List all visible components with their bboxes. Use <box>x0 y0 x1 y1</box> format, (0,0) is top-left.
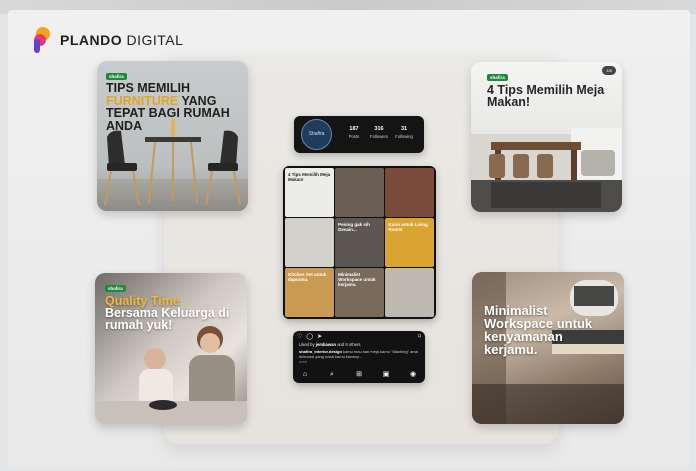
feed-grid: 4 Tips Memilih Meja Makan! Pening gak si… <box>283 166 436 319</box>
more-link[interactable]: more <box>299 360 307 364</box>
shop-icon[interactable]: ▣ <box>380 370 392 380</box>
liked-by-text: Liked by jembawan and 8 others <box>299 342 361 347</box>
post-quality-time[interactable]: shafira Quality Time Bersama Keluarga di… <box>95 273 247 424</box>
comment-icon[interactable]: ◯ <box>306 333 313 341</box>
post-title: Minimalist Workspace untuk kenyamanan ke… <box>484 303 593 357</box>
post-tips-furniture[interactable]: shafira TIPS MEMILIH FURNITURE YANG TEPA… <box>97 61 248 211</box>
profile-avatar[interactable]: Shafira <box>301 119 332 150</box>
post-actions: ♡ ◯ ➤ ⌑ <box>297 333 421 341</box>
brand-name: PLANDO DIGITAL <box>60 32 184 48</box>
grid-post[interactable] <box>385 268 434 317</box>
post-tag: shafira <box>106 73 127 80</box>
grid-post[interactable] <box>335 168 384 217</box>
heart-icon[interactable]: ♡ <box>297 333 302 341</box>
bookmark-icon[interactable]: ⌑ <box>418 333 421 341</box>
grid-post[interactable]: 4 Tips Memilih Meja Makan! <box>285 168 334 217</box>
caption-text: shafira_interior.design kamu mau kan mej… <box>299 349 418 359</box>
profile-header: Shafira 187 Posts 316 Followers 31 Follo… <box>294 116 424 153</box>
stat-posts[interactable]: 187 Posts <box>340 126 368 139</box>
stat-followers[interactable]: 316 Followers <box>365 126 393 139</box>
post-minimalist-workspace[interactable]: Minimalist Workspace untuk kenyamanan ke… <box>472 272 624 424</box>
share-icon[interactable]: ➤ <box>317 333 322 341</box>
search-icon[interactable]: ⌕ <box>326 370 338 380</box>
post-tips-meja-makan[interactable]: 1/8 shafira 4 Tips Memilih Meja Makan! <box>471 62 622 212</box>
grid-post[interactable]: Kitchen Set untuk dapurmu. <box>285 268 334 317</box>
post-title: Quality Time Bersama Keluarga di rumah y… <box>105 294 230 332</box>
stat-following[interactable]: 31 Following <box>390 126 418 139</box>
bottom-nav: ⌂ ⌕ ⊞ ▣ ◉ <box>299 370 419 380</box>
grid-post[interactable] <box>285 218 334 267</box>
grid-post[interactable]: Kursi untuk Living Room! <box>385 218 434 267</box>
post-page-badge: 1/8 <box>602 66 616 75</box>
post-caption-panel: ♡ ◯ ➤ ⌑ Liked by jembawan and 8 others s… <box>293 331 425 383</box>
profile-icon[interactable]: ◉ <box>407 370 419 380</box>
post-tag: shafira <box>487 74 508 81</box>
add-icon[interactable]: ⊞ <box>353 370 365 380</box>
post-title: TIPS MEMILIH FURNITURE YANG TEPAT BAGI R… <box>106 81 230 133</box>
grid-post[interactable] <box>385 168 434 217</box>
post-title: 4 Tips Memilih Meja Makan! <box>487 83 605 109</box>
home-icon[interactable]: ⌂ <box>299 370 311 380</box>
grid-post[interactable]: Minimalist Workspace untuk kerjamu. <box>335 268 384 317</box>
post-tag: shafira <box>105 285 126 292</box>
brand: PLANDO DIGITAL <box>34 27 183 53</box>
brand-logo-icon <box>34 27 52 53</box>
grid-post[interactable]: Pening gak sih Desain... <box>335 218 384 267</box>
